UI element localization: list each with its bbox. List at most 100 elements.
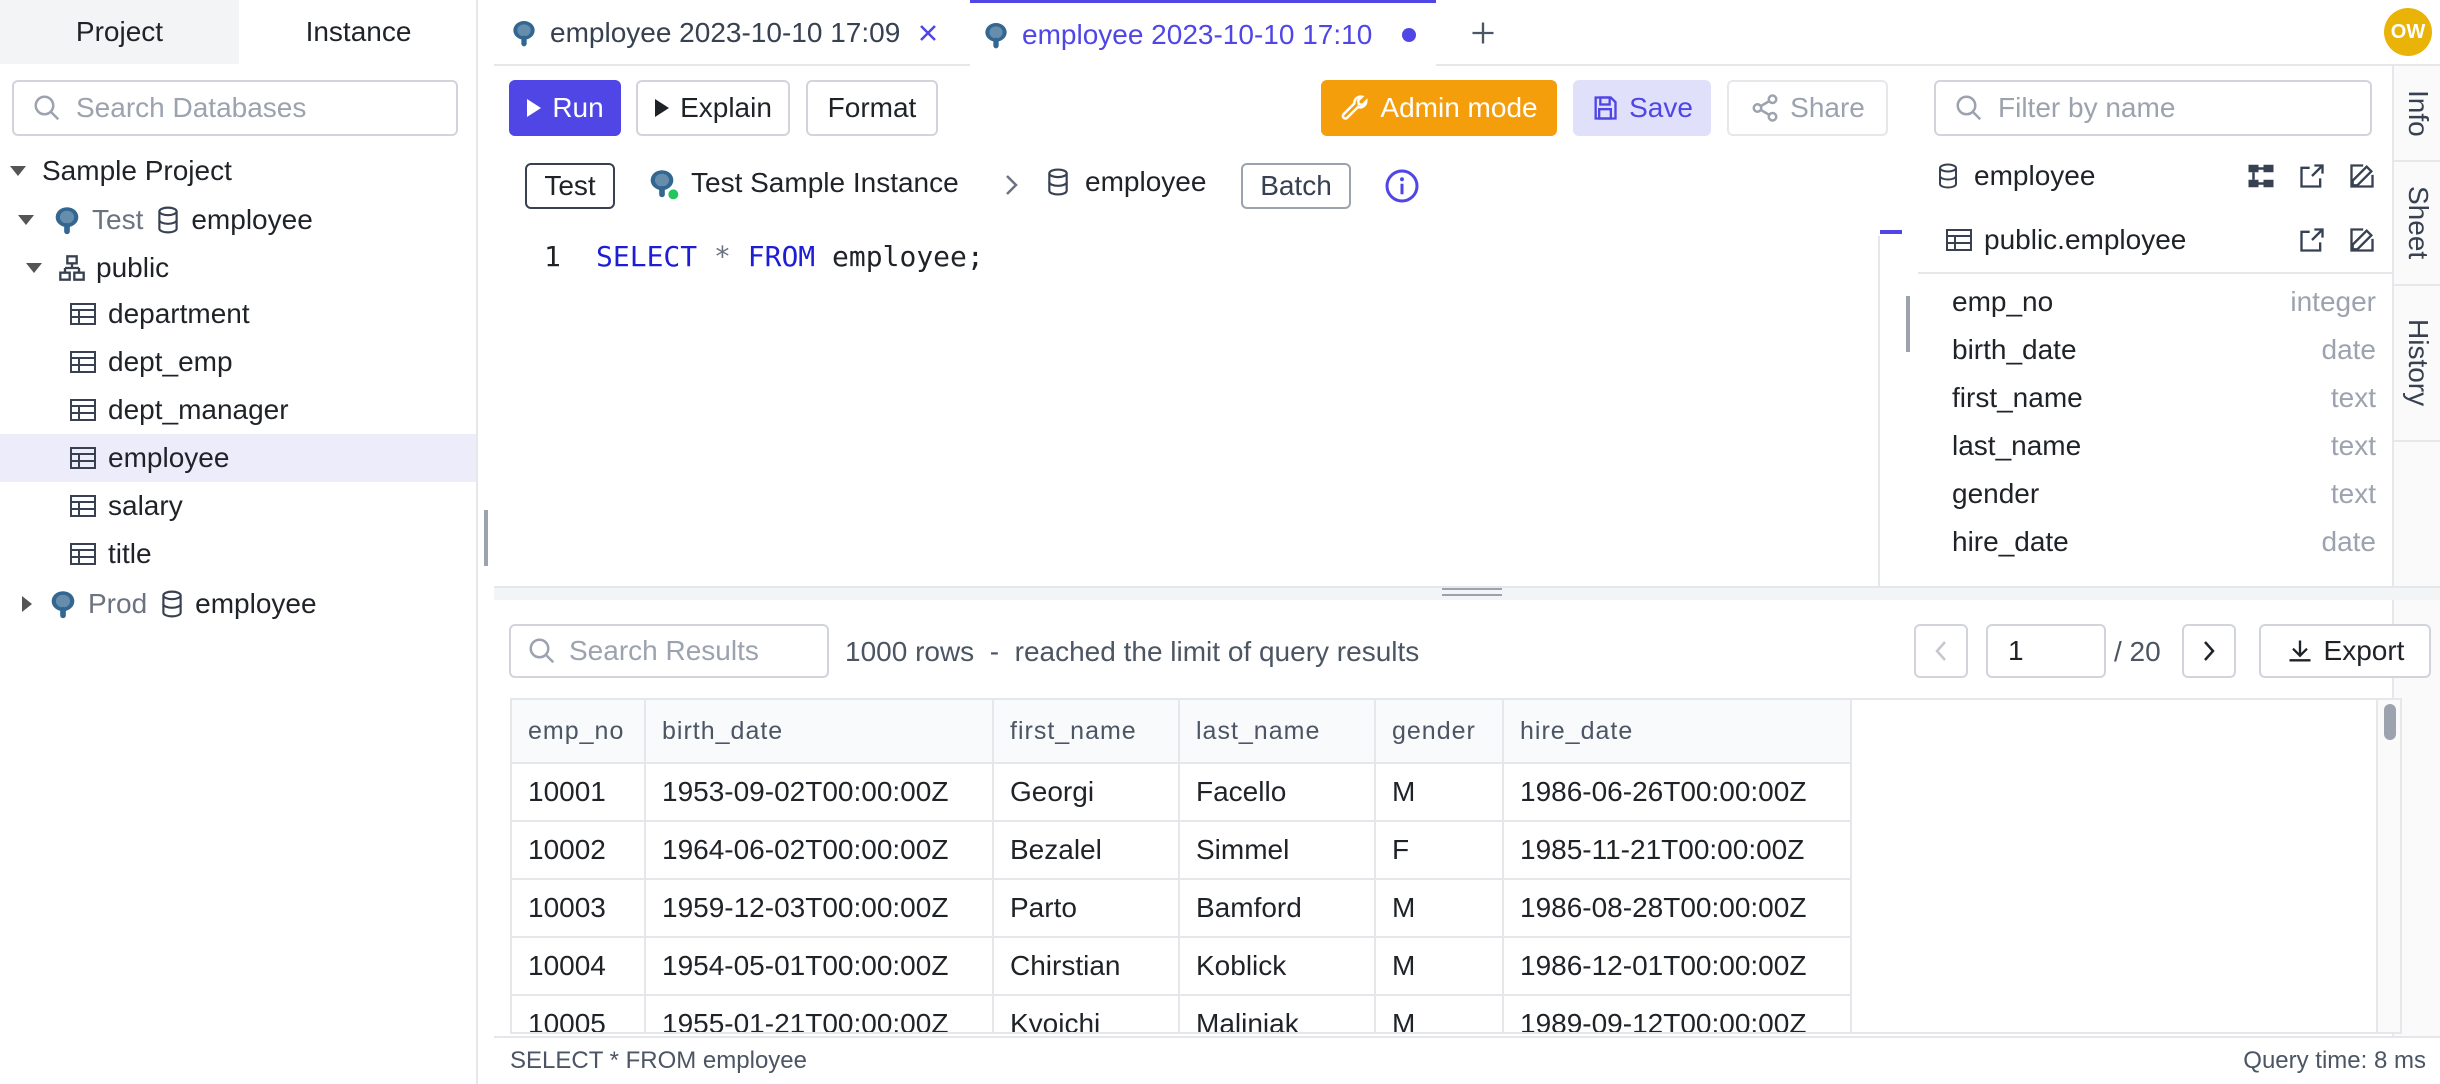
database-search[interactable] bbox=[12, 80, 458, 136]
sidebar-table-title[interactable]: title bbox=[0, 530, 476, 578]
new-tab-button[interactable] bbox=[1458, 0, 1508, 66]
admin-mode-button[interactable]: Admin mode bbox=[1321, 80, 1557, 136]
format-button[interactable]: Format bbox=[806, 80, 938, 136]
table-cell[interactable]: 1986-06-26T00:00:00Z bbox=[1502, 762, 1852, 822]
save-button[interactable]: Save bbox=[1573, 80, 1711, 136]
table-cell[interactable]: Simmel bbox=[1178, 820, 1376, 880]
table-cell[interactable]: 1986-12-01T00:00:00Z bbox=[1502, 936, 1852, 996]
query-tab[interactable]: employee 2023-10-10 17:09 bbox=[508, 0, 964, 66]
column-header[interactable]: last_name bbox=[1178, 700, 1376, 764]
explain-button[interactable]: Explain bbox=[636, 80, 790, 136]
results-scrollbar[interactable] bbox=[2376, 700, 2400, 1032]
tab-project[interactable]: Project bbox=[0, 0, 239, 64]
share-button[interactable]: Share bbox=[1727, 80, 1888, 136]
sidebar-table-salary[interactable]: salary bbox=[0, 482, 476, 530]
next-page-button[interactable] bbox=[2182, 624, 2236, 678]
chevron-down-icon[interactable] bbox=[26, 263, 42, 273]
rail-tab-history[interactable]: History bbox=[2394, 286, 2440, 442]
sidebar-table-employee[interactable]: employee bbox=[0, 434, 476, 482]
table-cell[interactable]: Kyoichi bbox=[992, 994, 1180, 1032]
external-link-icon[interactable] bbox=[2298, 162, 2326, 190]
tree-project[interactable]: Sample Project bbox=[0, 147, 476, 195]
diagram-icon[interactable] bbox=[2246, 161, 2276, 191]
table-cell[interactable]: 1953-09-02T00:00:00Z bbox=[644, 762, 994, 822]
rail-tab-info[interactable]: Info bbox=[2394, 66, 2440, 162]
table-cell[interactable]: 1955-01-21T00:00:00Z bbox=[644, 994, 994, 1032]
edit-icon[interactable] bbox=[2348, 226, 2376, 254]
chevron-down-icon[interactable] bbox=[18, 215, 34, 225]
table-cell[interactable]: Parto bbox=[992, 878, 1180, 938]
sidebar-table-department[interactable]: department bbox=[0, 290, 476, 338]
sql-line[interactable]: SELECT * FROM employee; bbox=[596, 240, 984, 273]
table-cell[interactable]: 10002 bbox=[512, 820, 646, 880]
edit-icon[interactable] bbox=[2348, 162, 2376, 190]
run-button[interactable]: Run bbox=[509, 80, 621, 136]
results-search[interactable] bbox=[509, 624, 829, 678]
table-row[interactable]: 10001 1953-09-02T00:00:00Z Georgi Facello M 1… bbox=[512, 762, 1852, 822]
chevron-right-icon[interactable] bbox=[22, 596, 32, 612]
column-header[interactable]: first_name bbox=[992, 700, 1180, 764]
avatar[interactable]: OW bbox=[2384, 8, 2432, 56]
scrollbar-thumb[interactable] bbox=[2384, 704, 2396, 740]
table-cell[interactable]: Georgi bbox=[992, 762, 1180, 822]
column-header[interactable]: emp_no bbox=[512, 700, 646, 764]
column-header[interactable]: hire_date bbox=[1502, 700, 1852, 764]
table-cell[interactable]: Chirstian bbox=[992, 936, 1180, 996]
batch-button[interactable]: Batch bbox=[1241, 163, 1351, 209]
schema-column-row[interactable]: hire_date date bbox=[1952, 526, 2376, 558]
database-search-input[interactable] bbox=[76, 92, 456, 124]
table-cell[interactable]: M bbox=[1374, 878, 1504, 938]
table-cell[interactable]: 1985-11-21T00:00:00Z bbox=[1502, 820, 1852, 880]
table-cell[interactable]: M bbox=[1374, 936, 1504, 996]
export-button[interactable]: Export bbox=[2259, 624, 2431, 678]
table-row[interactable]: 10005 1955-01-21T00:00:00Z Kyoichi Maliniak… bbox=[512, 994, 1852, 1032]
tab-instance[interactable]: Instance bbox=[239, 0, 478, 64]
info-icon[interactable] bbox=[1384, 168, 1420, 204]
table-cell[interactable]: 10005 bbox=[512, 994, 646, 1032]
table-cell[interactable]: Maliniak bbox=[1178, 994, 1376, 1032]
sidebar-resize-handle[interactable] bbox=[484, 510, 488, 566]
sidebar-table-dept-emp[interactable]: dept_emp bbox=[0, 338, 476, 386]
sidebar-table-dept-manager[interactable]: dept_manager bbox=[0, 386, 476, 434]
table-row[interactable]: 10004 1954-05-01T00:00:00Z Chirstian Koblic… bbox=[512, 936, 1852, 996]
column-header[interactable]: gender bbox=[1374, 700, 1504, 764]
tree-prod-database[interactable]: Prod employee bbox=[0, 580, 476, 628]
query-tab-active[interactable]: employee 2023-10-10 17:10 bbox=[970, 0, 1436, 66]
table-cell[interactable]: 1989-09-12T00:00:00Z bbox=[1502, 994, 1852, 1032]
results-search-input[interactable] bbox=[569, 635, 827, 667]
table-cell[interactable]: Koblick bbox=[1178, 936, 1376, 996]
rail-tab-sheet[interactable]: Sheet bbox=[2394, 162, 2440, 286]
close-icon[interactable] bbox=[916, 21, 940, 45]
resize-grip[interactable] bbox=[1442, 588, 1502, 596]
table-cell[interactable]: M bbox=[1374, 994, 1504, 1032]
editor-results-divider[interactable] bbox=[494, 586, 2440, 600]
page-input[interactable]: 1 bbox=[1986, 624, 2106, 678]
table-cell[interactable]: 10003 bbox=[512, 878, 646, 938]
table-cell[interactable]: M bbox=[1374, 762, 1504, 822]
prev-page-button[interactable] bbox=[1914, 624, 1968, 678]
schema-column-row[interactable]: last_name text bbox=[1952, 430, 2376, 462]
database-selector[interactable]: employee bbox=[1045, 166, 1206, 198]
chevron-down-icon[interactable] bbox=[10, 166, 26, 176]
table-cell[interactable]: 1986-08-28T00:00:00Z bbox=[1502, 878, 1852, 938]
column-header[interactable]: birth_date bbox=[644, 700, 994, 764]
table-cell[interactable]: 1959-12-03T00:00:00Z bbox=[644, 878, 994, 938]
table-row[interactable]: 10003 1959-12-03T00:00:00Z Parto Bamford M 19… bbox=[512, 878, 1852, 938]
table-cell[interactable]: Bezalel bbox=[992, 820, 1180, 880]
tree-test-database[interactable]: Test employee bbox=[0, 196, 476, 244]
instance-selector[interactable]: Test Sample Instance bbox=[645, 166, 959, 200]
table-cell[interactable]: 1954-05-01T00:00:00Z bbox=[644, 936, 994, 996]
environment-chip[interactable]: Test bbox=[525, 163, 615, 209]
schema-column-row[interactable]: first_name text bbox=[1952, 382, 2376, 414]
schema-column-row[interactable]: gender text bbox=[1952, 478, 2376, 510]
filter-box[interactable] bbox=[1934, 80, 2372, 136]
tree-schema-public[interactable]: public bbox=[0, 244, 476, 292]
filter-input[interactable] bbox=[1998, 92, 2370, 124]
schema-column-row[interactable]: emp_no integer bbox=[1952, 286, 2376, 318]
table-cell[interactable]: 10004 bbox=[512, 936, 646, 996]
schema-column-row[interactable]: birth_date date bbox=[1952, 334, 2376, 366]
table-row[interactable]: 10002 1964-06-02T00:00:00Z Bezalel Simmel F 1… bbox=[512, 820, 1852, 880]
table-cell[interactable]: F bbox=[1374, 820, 1504, 880]
table-cell[interactable]: Bamford bbox=[1178, 878, 1376, 938]
external-link-icon[interactable] bbox=[2298, 226, 2326, 254]
